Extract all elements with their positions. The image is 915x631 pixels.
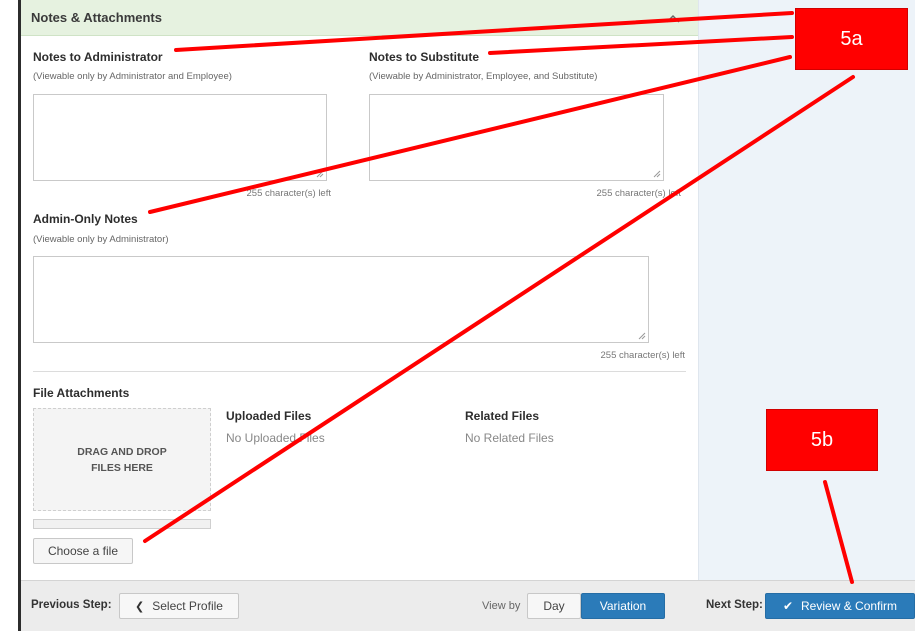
related-files-heading: Related Files	[465, 409, 540, 423]
section-divider	[33, 371, 686, 372]
notes-sub-char-count: 255 character(s) left	[596, 188, 681, 199]
callout-5b: 5b	[766, 409, 878, 471]
checkmark-icon: ✔	[782, 599, 794, 613]
notes-admin-hint: (Viewable only by Administrator and Empl…	[33, 71, 232, 82]
file-attachments-heading: File Attachments	[33, 386, 130, 400]
choose-file-button[interactable]: Choose a file	[33, 538, 133, 564]
resize-grip-icon[interactable]	[653, 170, 661, 178]
section-title: Notes & Attachments	[31, 10, 162, 25]
notes-sub-hint: (Viewable by Administrator, Employee, an…	[369, 71, 598, 82]
notes-sub-heading: Notes to Substitute	[369, 50, 479, 64]
notes-sub-textarea[interactable]	[369, 94, 664, 181]
uploaded-files-empty: No Uploaded Files	[226, 431, 325, 445]
uploaded-files-heading: Uploaded Files	[226, 409, 312, 423]
review-confirm-label: Review & Confirm	[801, 599, 898, 613]
notes-admin-heading: Notes to Administrator	[33, 50, 163, 64]
select-profile-label: Select Profile	[152, 599, 223, 613]
select-profile-button[interactable]: ❮ Select Profile	[119, 593, 239, 619]
admin-only-char-count: 255 character(s) left	[600, 350, 685, 361]
right-side-panel	[698, 0, 915, 580]
admin-only-textarea[interactable]	[33, 256, 649, 343]
related-files-empty: No Related Files	[465, 431, 554, 445]
resize-grip-icon[interactable]	[638, 332, 646, 340]
view-variation-button[interactable]: Variation	[581, 593, 665, 619]
step-footer: Previous Step: ❮ Select Profile View by …	[21, 580, 915, 631]
drop-zone-text: DRAG AND DROP FILES HERE	[77, 445, 167, 474]
file-drop-zone[interactable]: DRAG AND DROP FILES HERE	[33, 408, 211, 511]
collapse-button[interactable]	[659, 6, 687, 30]
left-frame-border	[18, 0, 21, 631]
next-step-label: Next Step:	[706, 599, 763, 611]
admin-only-heading: Admin-Only Notes	[33, 212, 138, 226]
view-day-button[interactable]: Day	[527, 593, 581, 619]
previous-step-label: Previous Step:	[31, 599, 112, 611]
chevron-up-icon	[666, 14, 680, 23]
admin-only-hint: (Viewable only by Administrator)	[33, 234, 169, 245]
review-confirm-button[interactable]: ✔ Review & Confirm	[765, 593, 915, 619]
upload-progress-bar	[33, 519, 211, 529]
resize-grip-icon[interactable]	[316, 170, 324, 178]
notes-admin-textarea[interactable]	[33, 94, 327, 181]
section-header: Notes & Attachments	[21, 0, 698, 36]
view-by-label: View by	[482, 600, 521, 612]
notes-admin-char-count: 255 character(s) left	[246, 188, 331, 199]
callout-5a: 5a	[795, 8, 908, 70]
chevron-left-icon: ❮	[135, 600, 145, 613]
